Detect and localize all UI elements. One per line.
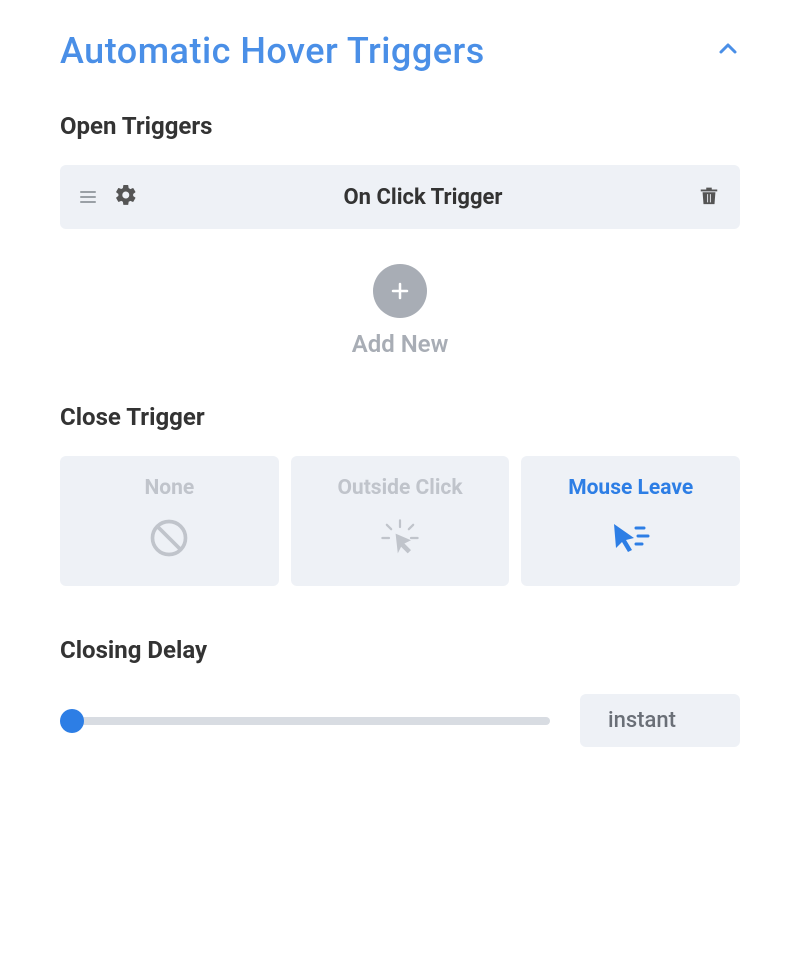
close-option-label: None (144, 476, 194, 500)
collapse-toggle[interactable] (716, 37, 740, 65)
closing-delay-heading: Closing Delay (60, 636, 740, 664)
chevron-up-icon (716, 37, 740, 61)
cursor-click-icon (378, 516, 422, 560)
trash-icon (698, 184, 720, 206)
panel-header: Automatic Hover Triggers (60, 30, 740, 72)
close-option-none[interactable]: None (60, 456, 279, 586)
add-new-button[interactable]: Add New (60, 264, 740, 358)
gear-icon (114, 183, 138, 207)
close-option-label: Mouse Leave (568, 476, 693, 500)
slider-thumb[interactable] (60, 709, 84, 733)
close-option-outside-click[interactable]: Outside Click (291, 456, 510, 586)
slider-track (60, 717, 550, 725)
plus-icon (388, 279, 412, 303)
trigger-item-label: On Click Trigger (148, 185, 698, 210)
plus-button (373, 264, 427, 318)
panel-title: Automatic Hover Triggers (60, 30, 485, 72)
settings-button[interactable] (114, 183, 138, 211)
open-triggers-heading: Open Triggers (60, 112, 740, 140)
closing-delay-control: instant (60, 694, 740, 747)
add-new-label: Add New (352, 330, 449, 358)
trigger-item[interactable]: On Click Trigger (60, 165, 740, 229)
close-trigger-options: None Outside Click Mouse Leave (60, 456, 740, 586)
ban-icon (147, 516, 191, 560)
closing-delay-slider[interactable] (60, 709, 550, 733)
close-option-label: Outside Click (337, 476, 462, 500)
delete-button[interactable] (698, 184, 720, 210)
close-trigger-heading: Close Trigger (60, 403, 740, 431)
closing-delay-value[interactable]: instant (580, 694, 740, 747)
drag-handle-icon[interactable] (80, 191, 96, 203)
cursor-leave-icon (604, 516, 658, 560)
close-option-mouse-leave[interactable]: Mouse Leave (521, 456, 740, 586)
